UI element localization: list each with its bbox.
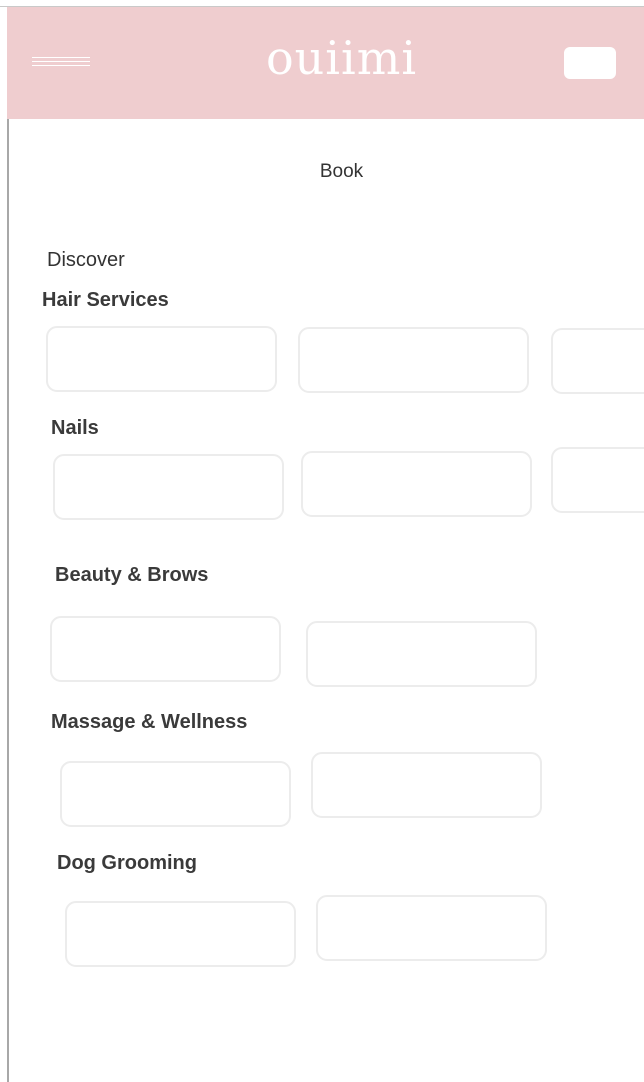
section-title-hair-services: Hair Services bbox=[42, 289, 169, 311]
nails-card[interactable] bbox=[551, 447, 644, 513]
hair-service-card[interactable] bbox=[551, 328, 644, 394]
dog-grooming-card[interactable] bbox=[316, 895, 547, 961]
hair-service-card[interactable] bbox=[46, 326, 277, 392]
nails-card[interactable] bbox=[53, 454, 284, 520]
discover-label: Discover bbox=[47, 249, 125, 271]
top-divider bbox=[0, 0, 644, 7]
massage-wellness-card[interactable] bbox=[311, 752, 542, 818]
section-title-dog-grooming: Dog Grooming bbox=[57, 852, 197, 874]
beauty-brows-card[interactable] bbox=[306, 621, 537, 687]
beauty-brows-card[interactable] bbox=[50, 616, 281, 682]
section-title-beauty-brows: Beauty & Brows bbox=[55, 564, 209, 586]
section-title-massage-wellness: Massage & Wellness bbox=[51, 711, 248, 733]
nails-card[interactable] bbox=[301, 451, 532, 517]
hair-service-card[interactable] bbox=[298, 327, 529, 393]
brand-logo[interactable]: ouiimi bbox=[7, 31, 644, 85]
book-link[interactable]: Book bbox=[0, 161, 644, 183]
left-border bbox=[7, 118, 9, 1082]
section-title-nails: Nails bbox=[51, 417, 99, 439]
massage-wellness-card[interactable] bbox=[60, 761, 291, 827]
page: ouiimi Book Discover Hair Services Nails… bbox=[0, 0, 644, 1082]
dog-grooming-card[interactable] bbox=[65, 901, 296, 967]
header-action-button[interactable] bbox=[564, 47, 616, 79]
app-header: ouiimi bbox=[7, 7, 644, 119]
